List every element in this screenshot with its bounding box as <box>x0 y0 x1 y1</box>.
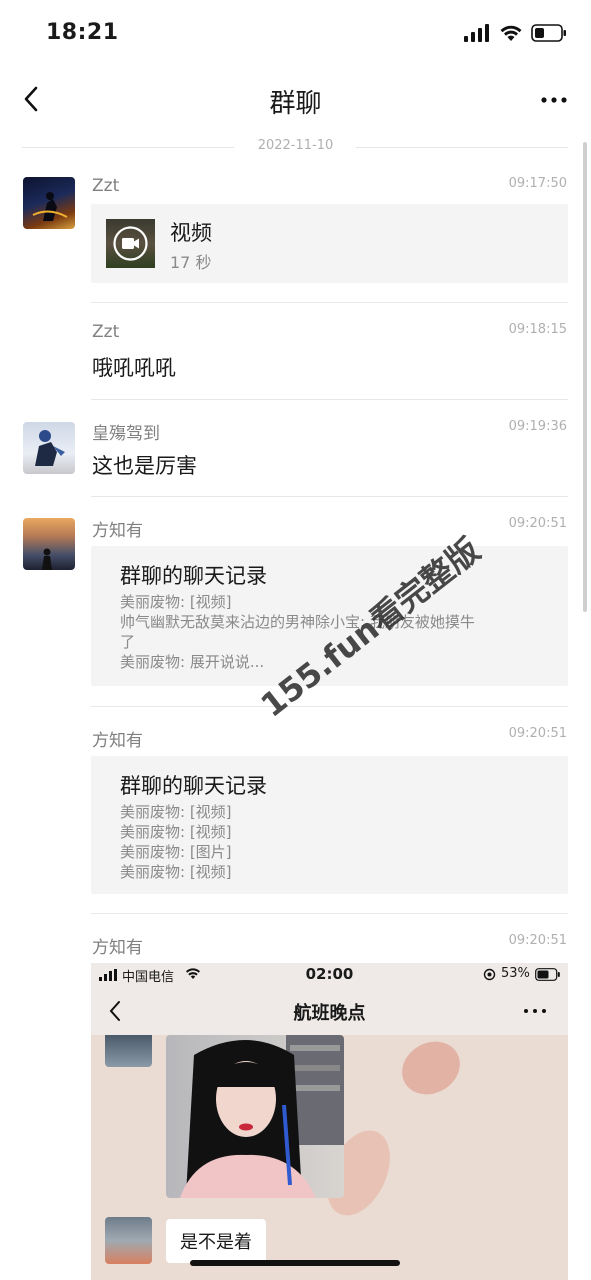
photo-portrait <box>180 1035 344 1198</box>
sender-name: 方知有 <box>92 521 143 541</box>
battery-icon <box>531 24 566 42</box>
avatar-figure-icon <box>42 548 52 570</box>
background-heart-decoration <box>392 1031 470 1105</box>
message-time: 09:19:36 <box>508 419 567 434</box>
orientation-lock-icon <box>483 968 496 981</box>
chat-history-title: 群聊的聊天记录 <box>120 564 267 588</box>
scrollbar[interactable] <box>583 142 587 612</box>
video-thumbnail <box>106 219 155 268</box>
video-camera-icon <box>113 226 148 261</box>
battery-percent: 53% <box>501 966 530 981</box>
avatar <box>105 1217 152 1264</box>
message-separator <box>91 913 568 914</box>
message-time: 09:18:15 <box>508 322 567 337</box>
more-options-icon <box>524 1009 546 1013</box>
avatar[interactable] <box>23 177 75 229</box>
date-divider: 2022-11-10 <box>257 138 334 153</box>
chat-history-line: 了 <box>120 633 136 651</box>
avatar-figure-icon <box>32 192 68 221</box>
chat-history-line: 美丽废物: 展开说说... <box>120 653 265 671</box>
chat-history-line: 美丽废物: [视频] <box>120 863 232 881</box>
avatar <box>105 1035 152 1067</box>
home-indicator[interactable] <box>190 1260 400 1266</box>
chat-history-line: 美丽废物: [视频] <box>120 803 232 821</box>
sender-name: 皇殤驾到 <box>92 424 160 444</box>
chat-history-title: 群聊的聊天记录 <box>120 774 267 798</box>
wifi-icon <box>500 25 522 41</box>
sender-name: 方知有 <box>92 938 143 958</box>
page-title: 群聊 <box>269 89 322 119</box>
chat-history-line: 美丽废物: [图片] <box>120 843 232 861</box>
sender-name: Zzt <box>92 322 120 342</box>
date-divider-line-right <box>356 147 568 148</box>
message-separator <box>91 496 568 497</box>
message-separator <box>91 302 568 303</box>
avatar[interactable] <box>23 518 75 570</box>
avatar[interactable] <box>23 422 75 474</box>
screenshot-time: 02:00 <box>305 965 354 983</box>
avatar-figure-icon <box>35 430 65 466</box>
message-time: 09:20:51 <box>508 933 567 948</box>
message-text[interactable]: 哦吼吼吼 <box>92 352 176 382</box>
status-time: 18:21 <box>46 20 119 45</box>
chat-history-card[interactable]: 群聊的聊天记录 美丽废物: [视频] 美丽废物: [视频] 美丽废物: [图片]… <box>91 756 568 894</box>
signal-icon <box>464 24 489 42</box>
shared-screenshot-image[interactable]: 中国电信 02:00 53% 航班晚点 是不是着 <box>91 963 568 1280</box>
screenshot-chat-title: 航班晚点 <box>293 1003 366 1024</box>
message-time: 09:17:50 <box>508 176 567 191</box>
battery-icon <box>535 968 560 981</box>
message-separator <box>91 399 568 400</box>
chat-bubble: 是不是着 <box>166 1219 266 1263</box>
chat-history-line: 帅气幽默无敌莫来沾边的男神除小宝: 我朋友被她摸牛 <box>120 613 475 631</box>
chat-history-line: 美丽废物: [视频] <box>120 823 232 841</box>
message-text[interactable]: 这也是厉害 <box>92 450 197 480</box>
message-separator <box>91 706 568 707</box>
chat-history-line: 美丽废物: [视频] <box>120 593 232 611</box>
video-label: 视频 <box>170 221 212 245</box>
video-duration: 17 秒 <box>170 253 212 272</box>
sender-name: Zzt <box>92 176 120 196</box>
video-message-card[interactable]: 视频 17 秒 <box>91 204 568 283</box>
more-options-icon[interactable] <box>539 90 569 110</box>
status-icons <box>463 24 567 42</box>
sender-name: 方知有 <box>92 731 143 751</box>
message-time: 09:20:51 <box>508 516 567 531</box>
message-time: 09:20:51 <box>508 726 567 741</box>
photo-message <box>166 1035 344 1198</box>
